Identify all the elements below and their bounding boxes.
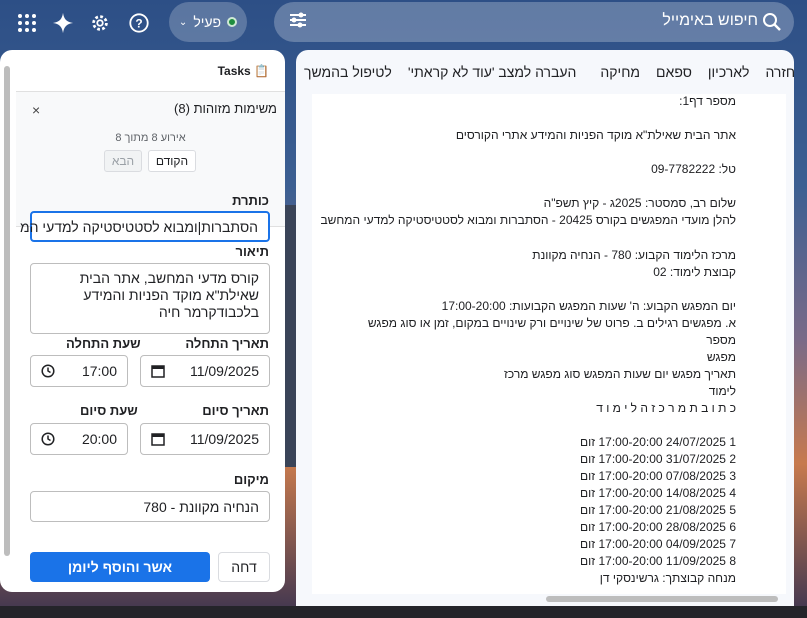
svg-text:?: ? <box>135 17 142 31</box>
clock-icon[interactable] <box>41 364 55 378</box>
end-time-value: 20:00 <box>81 431 117 447</box>
start-time-field[interactable]: 17:00 <box>30 355 128 387</box>
mail-line: מספר <box>706 333 736 347</box>
mail-line: 5 21/08/2025 17:00-20:00 זום <box>580 503 736 517</box>
close-icon[interactable]: × <box>32 102 40 118</box>
tasks-panel-title: Tasks 📋 <box>217 64 269 78</box>
end-time-field[interactable]: 20:00 <box>30 423 128 455</box>
taskbar-strip <box>0 606 807 618</box>
mail-line: לימוד <box>708 384 736 398</box>
status-active-dot <box>227 17 238 27</box>
mail-line: מנחה קבוצתך: גרשינסקי דן <box>599 571 736 585</box>
panel-scrollbar[interactable] <box>3 58 11 588</box>
mail-line: כ ת ו ב ת מ ר כ ז ה ל י מ ו ד <box>596 401 736 415</box>
description-value: קורס מדעי המחשב, אתר הבית שאילת"א מוקד ה… <box>79 270 259 320</box>
gemini-sparkle-icon[interactable] <box>50 10 76 36</box>
mail-line: 7 04/09/2025 17:00-20:00 זום <box>580 537 736 551</box>
mail-line: להלן מועדי המפגשים בקורס 20425 - הסתברות… <box>320 213 736 227</box>
top-bar: ? ⌄ פעיל חיפוש באימייל <box>0 0 807 46</box>
reject-button[interactable]: דחה <box>218 552 270 582</box>
start-date-value: 11/09/2025 <box>189 363 259 379</box>
mail-line: א. מפגשים רגילים ב. פרוט של שינויים ורק … <box>367 316 736 330</box>
confirm-add-to-calendar-button[interactable]: אשר והוסף ליומן <box>30 552 210 582</box>
mail-line: 2 31/07/2025 17:00-20:00 זום <box>580 452 736 466</box>
horizontal-scrollbar[interactable] <box>296 594 794 604</box>
previous-button[interactable]: הקודם <box>148 150 196 172</box>
divider-rail <box>285 205 296 467</box>
end-date-field[interactable]: 11/09/2025 <box>140 423 270 455</box>
chevron-down-icon: ⌄ <box>178 16 188 28</box>
location-label: מיקום <box>233 472 269 487</box>
end-time-label: שעת סיום <box>80 403 138 418</box>
tasks-panel-header: Tasks 📋 <box>16 50 285 92</box>
mail-line: יום המפגש הקבוע: ה' שעות המפגש הקבועות: … <box>441 299 736 313</box>
mark-unread-button[interactable]: העברה למצב 'עוד לא קראתי' <box>400 64 585 80</box>
search-bar[interactable]: חיפוש באימייל <box>274 2 794 42</box>
status-selector[interactable]: ⌄ פעיל <box>169 2 247 42</box>
mail-line: 1 24/07/2025 17:00-20:00 זום <box>580 435 736 449</box>
mail-line: 8 11/09/2025 17:00-20:00 זום <box>580 554 736 568</box>
mail-line: תאריך מפגש יום שעות המפגש סוג מפגש מרכז <box>504 367 736 381</box>
mail-line: 3 07/08/2025 17:00-20:00 זום <box>580 469 736 483</box>
mail-line: מספר דף1: <box>679 94 736 108</box>
description-field[interactable]: קורס מדעי המחשב, אתר הבית שאילת"א מוקד ה… <box>30 263 270 334</box>
mail-line: 4 14/08/2025 17:00-20:00 זום <box>580 486 736 500</box>
mail-line: מפגש <box>706 350 736 364</box>
mail-line: קבוצת לימוד: 02 <box>653 265 736 279</box>
end-date-label: תאריך סיום <box>202 403 269 418</box>
settings-gear-icon[interactable] <box>87 10 113 36</box>
start-time-label: שעת התחלה <box>66 336 141 351</box>
mail-view: חזרה לארכיון ספאם מחיקה העברה למצב 'עוד … <box>296 50 794 606</box>
end-date-value: 11/09/2025 <box>189 431 259 447</box>
start-date-field[interactable]: 11/09/2025 <box>140 355 270 387</box>
event-counter: אירוע 8 מתוך 8 <box>115 132 186 144</box>
tasks-panel: Tasks 📋 × משימות מזוהות (8) אירוע 8 מתוך… <box>0 50 285 592</box>
archive-button[interactable]: לארכיון <box>700 64 758 80</box>
mail-line: שלום רב, סמסטר: 2025ג - קיץ תשפ"ה <box>543 196 736 210</box>
location-field[interactable]: 780 - הנחיה מקוונת <box>30 491 270 522</box>
calendar-icon[interactable] <box>151 364 165 378</box>
search-input[interactable]: חיפוש באימייל <box>662 12 758 30</box>
title-field[interactable]: הסתברות|ומבוא לסטטיסטיקה למדעי המ <box>20 211 270 242</box>
mail-body: מספר דף1: אתר הבית שאילת"א מוקד הפניות ו… <box>312 94 786 594</box>
start-date-label: תאריך התחלה <box>185 336 269 351</box>
mail-line: מרכז הלימוד הקבוע: 780 - הנחיה מקוונת <box>532 248 736 262</box>
delete-button[interactable]: מחיקה <box>592 64 648 80</box>
spam-button[interactable]: ספאם <box>648 64 700 80</box>
help-icon[interactable]: ? <box>126 10 152 36</box>
search-filter-icon[interactable] <box>288 10 308 36</box>
mail-line: טל: 09-7782222 <box>651 162 736 176</box>
mail-line: אתר הבית שאילת"א מוקד הפניות והמידע אתרי… <box>455 128 736 142</box>
title-label: כותרת <box>232 193 269 208</box>
description-label: תיאור <box>235 244 269 259</box>
snooze-button[interactable]: לטיפול בהמשך <box>296 64 400 80</box>
next-button[interactable]: הבא <box>104 150 142 172</box>
detected-lists-title: משימות מזוהות (8) <box>174 101 277 116</box>
search-icon[interactable] <box>762 12 782 32</box>
start-time-value: 17:00 <box>81 363 117 379</box>
mail-line: 6 28/08/2025 17:00-20:00 זום <box>580 520 736 534</box>
title-value: הסתברות|ומבוא לסטטיסטיקה למדעי המ <box>20 218 258 235</box>
calendar-icon[interactable] <box>151 432 165 446</box>
clock-icon[interactable] <box>41 432 55 446</box>
location-value: 780 - הנחיה מקוונת <box>143 498 259 515</box>
back-button[interactable]: חזרה <box>757 64 794 80</box>
apps-grid-icon[interactable] <box>14 10 40 36</box>
status-label: פעיל <box>193 14 222 30</box>
mail-toolbar: חזרה לארכיון ספאם מחיקה העברה למצב 'עוד … <box>296 50 794 94</box>
